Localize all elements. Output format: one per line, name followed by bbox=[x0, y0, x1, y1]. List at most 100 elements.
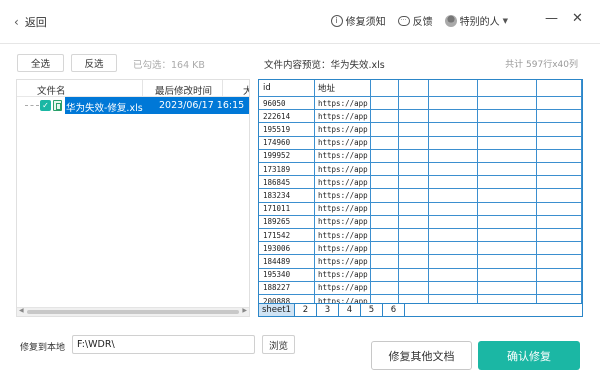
row-col-count: 共计 597行x40列 bbox=[505, 60, 578, 70]
scroll-left-icon[interactable]: ◀ bbox=[19, 307, 24, 314]
grid-row-line bbox=[259, 149, 582, 150]
cell-address: https://app bbox=[318, 283, 368, 292]
grid-column-line bbox=[477, 80, 478, 303]
repair-other-button[interactable]: 修复其他文档 bbox=[371, 341, 472, 370]
cell-address: https://app bbox=[318, 204, 368, 213]
checkbox-checked[interactable]: ✓ bbox=[40, 100, 51, 111]
file-row-selection[interactable]: 华为失效-修复.xls 2023/06/17 16:15 164 bbox=[65, 97, 249, 114]
grid-row-line bbox=[259, 268, 582, 269]
grid-row-line bbox=[259, 281, 582, 282]
back-label: 返回 bbox=[24, 16, 47, 29]
cell-address: https://app bbox=[318, 138, 368, 147]
info-icon: i bbox=[330, 14, 343, 27]
cell-address: https://app bbox=[318, 99, 368, 108]
grid-column-line bbox=[314, 80, 315, 303]
help-label: 修复须知 bbox=[345, 17, 386, 28]
excel-file-icon bbox=[53, 100, 62, 111]
cell-address: https://app bbox=[318, 244, 368, 253]
select-all-button[interactable]: 全选 bbox=[17, 54, 64, 72]
header-cell-id: id bbox=[263, 83, 271, 93]
scroll-right-icon[interactable]: ▶ bbox=[242, 307, 247, 314]
cell-id: 189265 bbox=[263, 217, 291, 226]
grid-row-line bbox=[259, 254, 582, 255]
sheet-tabs: sheet1 2 3 4 5 6 bbox=[259, 303, 582, 316]
grid-row-line bbox=[259, 122, 582, 123]
file-list: 文件名 最后修改时间 大 ✓ 华为失效-修复.xls 2023/06/17 16… bbox=[16, 79, 250, 317]
cell-id: 171542 bbox=[263, 231, 291, 240]
grid-column-line bbox=[398, 80, 399, 303]
cell-id: 184489 bbox=[263, 257, 291, 266]
col-size[interactable]: 大 bbox=[243, 83, 249, 97]
sheet-grid: id 地址 96050 https://app 222614 https://app 1… bbox=[259, 80, 582, 303]
grid-row-line bbox=[259, 96, 582, 97]
cell-id: 173189 bbox=[263, 165, 291, 174]
help-button[interactable]: i 修复须知 bbox=[330, 13, 386, 28]
cell-address: https://app bbox=[318, 165, 368, 174]
col-filename[interactable]: 文件名 bbox=[37, 83, 66, 97]
sheet-preview: id 地址 96050 https://app 222614 https://app 1… bbox=[258, 79, 583, 317]
cell-id: 96050 bbox=[263, 99, 286, 108]
grid-row-line bbox=[259, 241, 582, 242]
sheet-tab[interactable]: 2 bbox=[295, 304, 317, 316]
preview-title: 文件内容预览：华为失效.xls bbox=[264, 60, 385, 71]
cell-address: https://app bbox=[318, 151, 368, 160]
column-divider[interactable] bbox=[222, 80, 223, 96]
file-list-header: 文件名 最后修改时间 大 bbox=[17, 80, 249, 97]
close-icon[interactable]: ✕ bbox=[572, 12, 583, 26]
chat-bubble-icon: ··· bbox=[397, 15, 410, 26]
cell-address: https://app bbox=[318, 270, 368, 279]
cell-address: https://app bbox=[318, 217, 368, 226]
col-modified[interactable]: 最后修改时间 bbox=[155, 83, 212, 97]
grid-row-line bbox=[259, 175, 582, 176]
file-name: 华为失效-修复.xls bbox=[66, 103, 143, 114]
sheet-tab[interactable]: 5 bbox=[361, 304, 383, 316]
user-menu[interactable]: 特别的人 ▼ bbox=[444, 13, 508, 28]
invert-selection-button[interactable]: 反选 bbox=[71, 54, 117, 72]
user-name: 特别的人 bbox=[459, 17, 500, 28]
cell-id: 222614 bbox=[263, 112, 291, 121]
grid-column-line bbox=[370, 80, 371, 303]
tree-connector bbox=[25, 105, 39, 106]
feedback-label: 反馈 bbox=[412, 17, 433, 28]
sheet-tab[interactable]: 4 bbox=[339, 304, 361, 316]
path-input[interactable]: F:\WDR\ bbox=[72, 335, 255, 354]
grid-row-line bbox=[259, 215, 582, 216]
chevron-left-icon: ‹ bbox=[14, 15, 19, 29]
cell-address: https://app bbox=[318, 178, 368, 187]
avatar bbox=[444, 14, 457, 27]
cell-id: 195519 bbox=[263, 125, 291, 134]
path-label: 修复到本地 bbox=[20, 343, 66, 353]
file-row[interactable]: ✓ 华为失效-修复.xls 2023/06/17 16:15 164 bbox=[17, 97, 249, 114]
cell-id: 195340 bbox=[263, 270, 291, 279]
cell-id: 193006 bbox=[263, 244, 291, 253]
cell-id: 188227 bbox=[263, 283, 291, 292]
grid-row-line bbox=[259, 202, 582, 203]
header-cell-address: 地址 bbox=[318, 84, 336, 94]
cell-address: https://app bbox=[318, 125, 368, 134]
browse-button[interactable]: 浏览 bbox=[262, 335, 295, 354]
grid-column-line bbox=[428, 80, 429, 303]
horizontal-scrollbar[interactable]: ◀ ▶ bbox=[17, 307, 249, 316]
sheet-tab[interactable]: 6 bbox=[383, 304, 405, 316]
grid-row-line bbox=[259, 109, 582, 110]
cell-id: 199952 bbox=[263, 151, 291, 160]
grid-column-line bbox=[581, 80, 582, 303]
sheet-tab[interactable]: 3 bbox=[317, 304, 339, 316]
scrollbar-thumb[interactable] bbox=[27, 310, 239, 314]
grid-row-line bbox=[259, 162, 582, 163]
minimize-icon[interactable]: — bbox=[545, 12, 558, 26]
sheet-tab[interactable]: sheet1 bbox=[259, 304, 295, 316]
feedback-button[interactable]: ··· 反馈 bbox=[397, 13, 433, 28]
grid-row-line bbox=[259, 136, 582, 137]
grid-column-line bbox=[536, 80, 537, 303]
back-button[interactable]: ‹ 返回 bbox=[14, 14, 47, 30]
cell-address: https://app bbox=[318, 231, 368, 240]
cell-id: 186845 bbox=[263, 178, 291, 187]
grid-row-line bbox=[259, 294, 582, 295]
grid-row-line bbox=[259, 188, 582, 189]
grid-row-line bbox=[259, 228, 582, 229]
confirm-repair-button[interactable]: 确认修复 bbox=[478, 341, 580, 370]
column-divider[interactable] bbox=[142, 80, 143, 96]
cell-address: https://app bbox=[318, 191, 368, 200]
cell-id: 183234 bbox=[263, 191, 291, 200]
